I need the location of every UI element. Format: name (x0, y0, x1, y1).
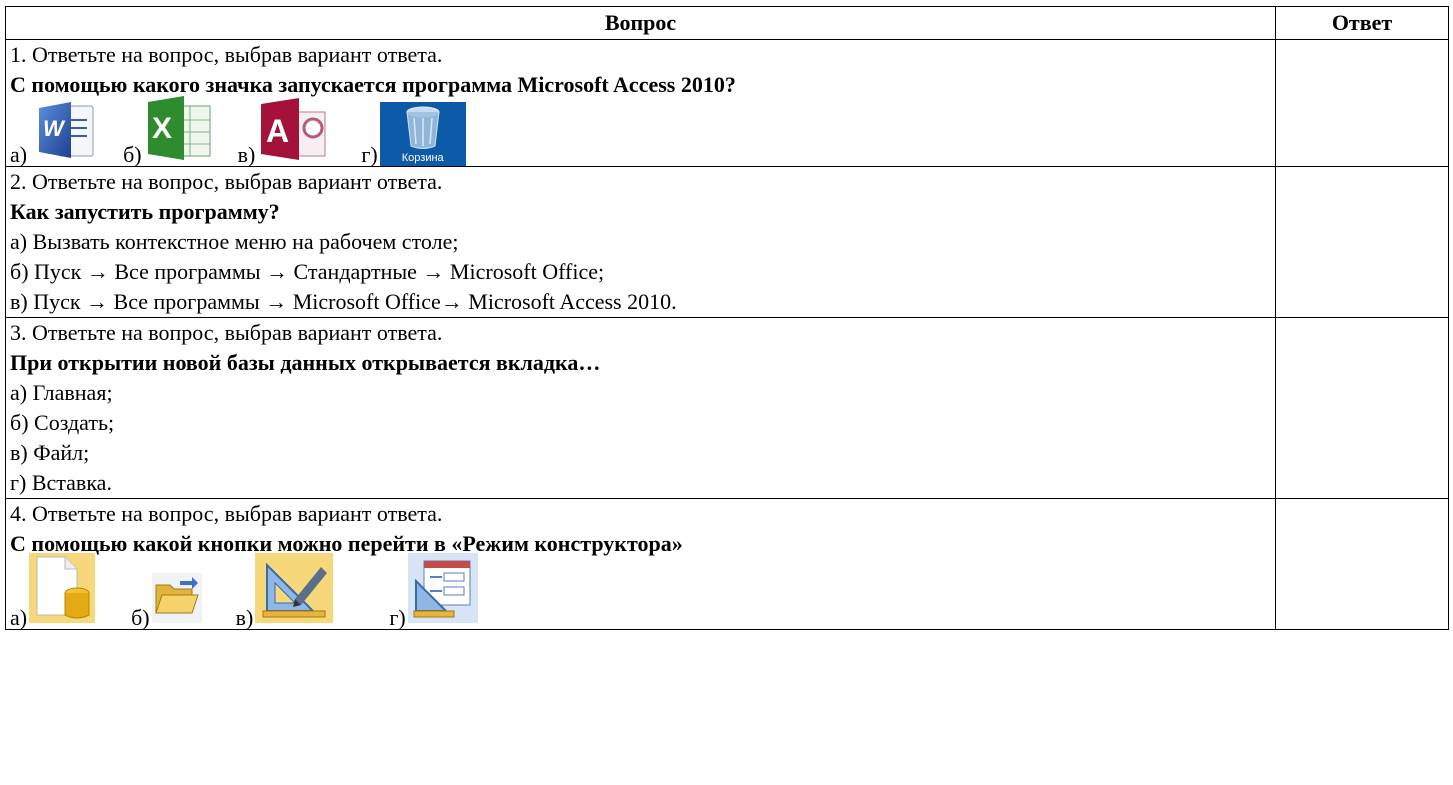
question-row-2: 2. Ответьте на вопрос, выбрав вариант от… (5, 166, 1449, 318)
header-answer: Ответ (1275, 6, 1449, 40)
q1-option-g[interactable]: г) Корзина (361, 102, 466, 167)
recycle-bin-icon: Корзина (379, 102, 466, 166)
q1-option-b-letter: б) (123, 142, 142, 167)
q3-instruction: 3. Ответьте на вопрос, выбрав вариант от… (10, 320, 443, 345)
q4-options: а) б) в) г) (10, 553, 1271, 629)
q2-question: Как запустить программу? (10, 199, 280, 224)
q1-option-g-letter: г) (361, 142, 378, 167)
question-row-1: 1. Ответьте на вопрос, выбрав вариант от… (5, 39, 1449, 167)
q3-option-b: б) Создать; (10, 410, 115, 435)
table-header-row: Вопрос Ответ (5, 6, 1449, 40)
q2-option-v: в) Пуск → Все программы → Microsoft Offi… (10, 289, 677, 314)
svg-text:W: W (43, 116, 66, 141)
question-row-3: 3. Ответьте на вопрос, выбрав вариант от… (5, 317, 1449, 499)
question-cell-4: 4. Ответьте на вопрос, выбрав вариант от… (5, 498, 1276, 630)
q1-option-v[interactable]: в) A (238, 98, 330, 166)
q2-instruction: 2. Ответьте на вопрос, выбрав вариант от… (10, 169, 443, 194)
q4-question: С помощью какой кнопки можно перейти в «… (10, 531, 683, 556)
svg-text:X: X (152, 112, 172, 145)
word-icon: W (29, 98, 99, 166)
q4-option-a[interactable]: а) (10, 553, 96, 630)
design-view-icon (255, 553, 334, 629)
q4-option-g[interactable]: г) (389, 553, 478, 630)
header-question: Вопрос (5, 6, 1276, 40)
q4-option-a-letter: а) (10, 605, 28, 630)
recycle-bin-caption: Корзина (401, 152, 444, 164)
question-cell-3: 3. Ответьте на вопрос, выбрав вариант от… (5, 317, 1276, 499)
question-cell-2: 2. Ответьте на вопрос, выбрав вариант от… (5, 166, 1276, 318)
q4-instruction: 4. Ответьте на вопрос, выбрав вариант от… (10, 501, 443, 526)
q3-option-g: г) Вставка. (10, 470, 112, 495)
q1-option-a-letter: а) (10, 142, 28, 167)
q4-option-b[interactable]: б) (131, 573, 202, 629)
answer-cell-1[interactable] (1275, 39, 1449, 167)
q2-option-b: б) Пуск → Все программы → Стандартные → … (10, 259, 605, 284)
q4-option-v[interactable]: в) (236, 553, 334, 629)
q4-option-v-letter: в) (235, 605, 254, 630)
q3-option-v: в) Файл; (10, 440, 90, 465)
access-icon: A (257, 98, 329, 166)
svg-text:A: A (266, 113, 289, 149)
form-design-icon (407, 553, 478, 629)
q4-option-b-letter: б) (131, 605, 150, 630)
open-folder-icon (151, 573, 202, 629)
answer-cell-3[interactable] (1275, 317, 1449, 499)
q1-option-a[interactable]: а) W (10, 98, 99, 166)
excel-icon: X (144, 96, 214, 166)
question-row-4: 4. Ответьте на вопрос, выбрав вариант от… (5, 498, 1449, 630)
answer-cell-4[interactable] (1275, 498, 1449, 630)
quiz-table: Вопрос Ответ 1. Ответьте на вопрос, выбр… (5, 6, 1449, 630)
q1-option-b[interactable]: б) X (123, 96, 214, 166)
new-database-icon (29, 553, 96, 629)
q1-option-v-letter: в) (237, 142, 256, 167)
q4-option-g-letter: г) (389, 605, 406, 630)
question-cell-1: 1. Ответьте на вопрос, выбрав вариант от… (5, 39, 1276, 167)
q3-question: При открытии новой базы данных открывает… (10, 350, 601, 375)
q3-option-a: а) Главная; (10, 380, 113, 405)
q1-instruction: 1. Ответьте на вопрос, выбрав вариант от… (10, 42, 443, 67)
q2-option-a: а) Вызвать контекстное меню на рабочем с… (10, 229, 459, 254)
q1-options: а) W б) X в) A г) Корзина (10, 96, 1271, 167)
answer-cell-2[interactable] (1275, 166, 1449, 318)
